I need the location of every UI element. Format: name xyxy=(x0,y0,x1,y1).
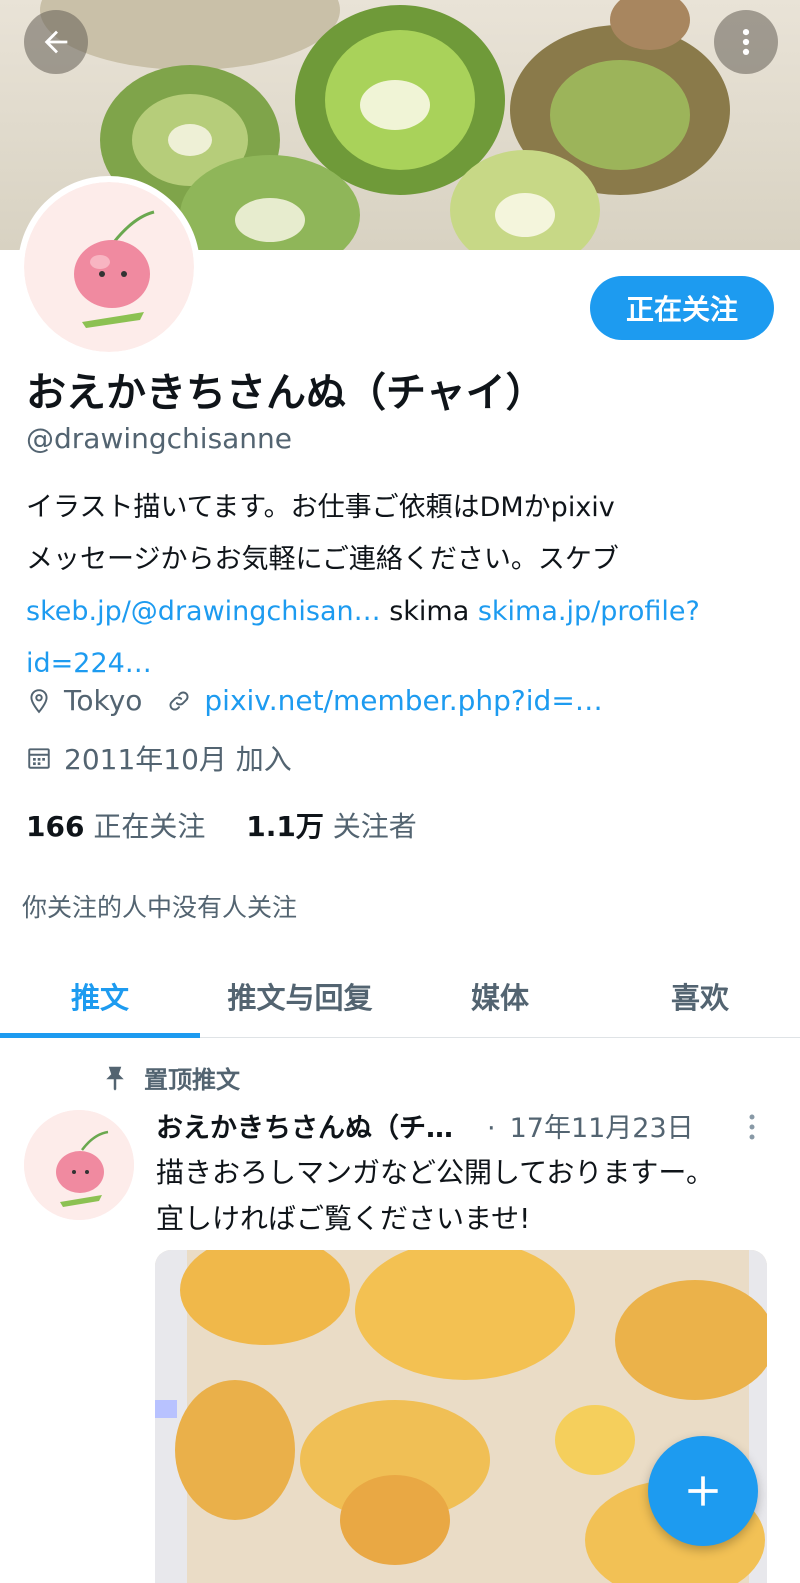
follow-stats: 166 正在关注 1.1万 关注者 xyxy=(26,805,417,845)
profile-tabs: 推文 推文与回复 媒体 喜欢 xyxy=(0,955,800,1038)
bio-line: メッセージからお気軽にご連絡ください。スケブ xyxy=(26,544,619,575)
tab-likes[interactable]: 喜欢 xyxy=(600,955,800,1037)
profile-avatar[interactable] xyxy=(24,182,194,352)
tab-tweets[interactable]: 推文 xyxy=(0,955,200,1038)
following-stat[interactable]: 166 正在关注 xyxy=(26,810,205,843)
profile-bio: イラスト描いてます。お仕事ご依頼はDMかpixiv メッセージからお気軽にご連絡… xyxy=(26,482,766,690)
skima-link-cont[interactable]: id=224… xyxy=(26,648,152,679)
more-vertical-icon xyxy=(742,28,750,56)
following-button[interactable]: 正在关注 xyxy=(590,276,774,340)
user-handle: @drawingchisanne xyxy=(26,422,293,455)
following-label: 正在关注 xyxy=(93,810,206,843)
more-options-button[interactable] xyxy=(714,10,778,74)
bio-line: skeb.jp/@drawingchisan… skima skima.jp/p… xyxy=(26,586,766,638)
followers-label: 关注者 xyxy=(332,810,417,843)
website-link[interactable]: pixiv.net/member.php?id=… xyxy=(204,684,602,717)
tweet-text-line: 描きおろしマンガなど公開しておりますー。 xyxy=(156,1156,715,1189)
arrow-left-icon xyxy=(44,30,68,54)
tweet-more-button[interactable] xyxy=(742,1112,762,1146)
tweet-author[interactable]: おえかきちさんぬ（チ… xyxy=(156,1113,453,1144)
tab-tweets-replies[interactable]: 推文与回复 xyxy=(200,955,400,1037)
bio-line: id=224… xyxy=(26,638,766,690)
bio-line: イラスト描いてます。お仕事ご依頼はDMかpixiv xyxy=(26,492,615,523)
joined-text: 2011年10月 加入 xyxy=(64,743,292,776)
tweet-text: 描きおろしマンガなど公開しておりますー。 宜しければご覧くださいませ! xyxy=(156,1150,766,1242)
tweet-date[interactable]: 17年11月23日 xyxy=(510,1113,694,1144)
tweet-avatar[interactable] xyxy=(24,1110,134,1220)
more-vertical-icon xyxy=(749,1114,755,1140)
tweet-avatar-image xyxy=(24,1110,134,1220)
compose-tweet-button[interactable] xyxy=(648,1436,758,1546)
followers-stat[interactable]: 1.1万 关注者 xyxy=(246,810,417,843)
bio-text: skima xyxy=(380,596,478,627)
display-name: おえかきちさんぬ（チャイ） xyxy=(26,370,546,416)
pinned-text: 置顶推文 xyxy=(144,1066,240,1094)
pinned-label: 置顶推文 xyxy=(100,1060,240,1095)
location-text: Tokyo xyxy=(64,684,143,717)
back-button[interactable] xyxy=(24,10,88,74)
avatar-image xyxy=(24,182,194,352)
mutual-followers-note: 你关注的人中没有人关注 xyxy=(22,893,298,922)
calendar-icon xyxy=(28,748,50,769)
tweet-header: おえかきちさんぬ（チ… · 17年11月23日 xyxy=(156,1106,694,1145)
tweet-text-line: 宜しければご覧くださいませ! xyxy=(156,1202,531,1235)
location-row: Tokyo pixiv.net/member.php?id=… xyxy=(26,684,603,717)
joined-row: 2011年10月 加入 xyxy=(26,738,292,778)
following-count: 166 xyxy=(26,810,85,843)
location-pin-icon xyxy=(30,688,48,713)
separator: · xyxy=(487,1113,496,1144)
followers-count: 1.1万 xyxy=(246,810,324,843)
pin-icon xyxy=(106,1066,124,1090)
skeb-link[interactable]: skeb.jp/@drawingchisan… xyxy=(26,596,381,627)
link-icon xyxy=(169,691,189,710)
tab-media[interactable]: 媒体 xyxy=(400,955,600,1037)
plus-icon xyxy=(688,1476,718,1506)
skima-link[interactable]: skima.jp/profile? xyxy=(478,596,700,627)
